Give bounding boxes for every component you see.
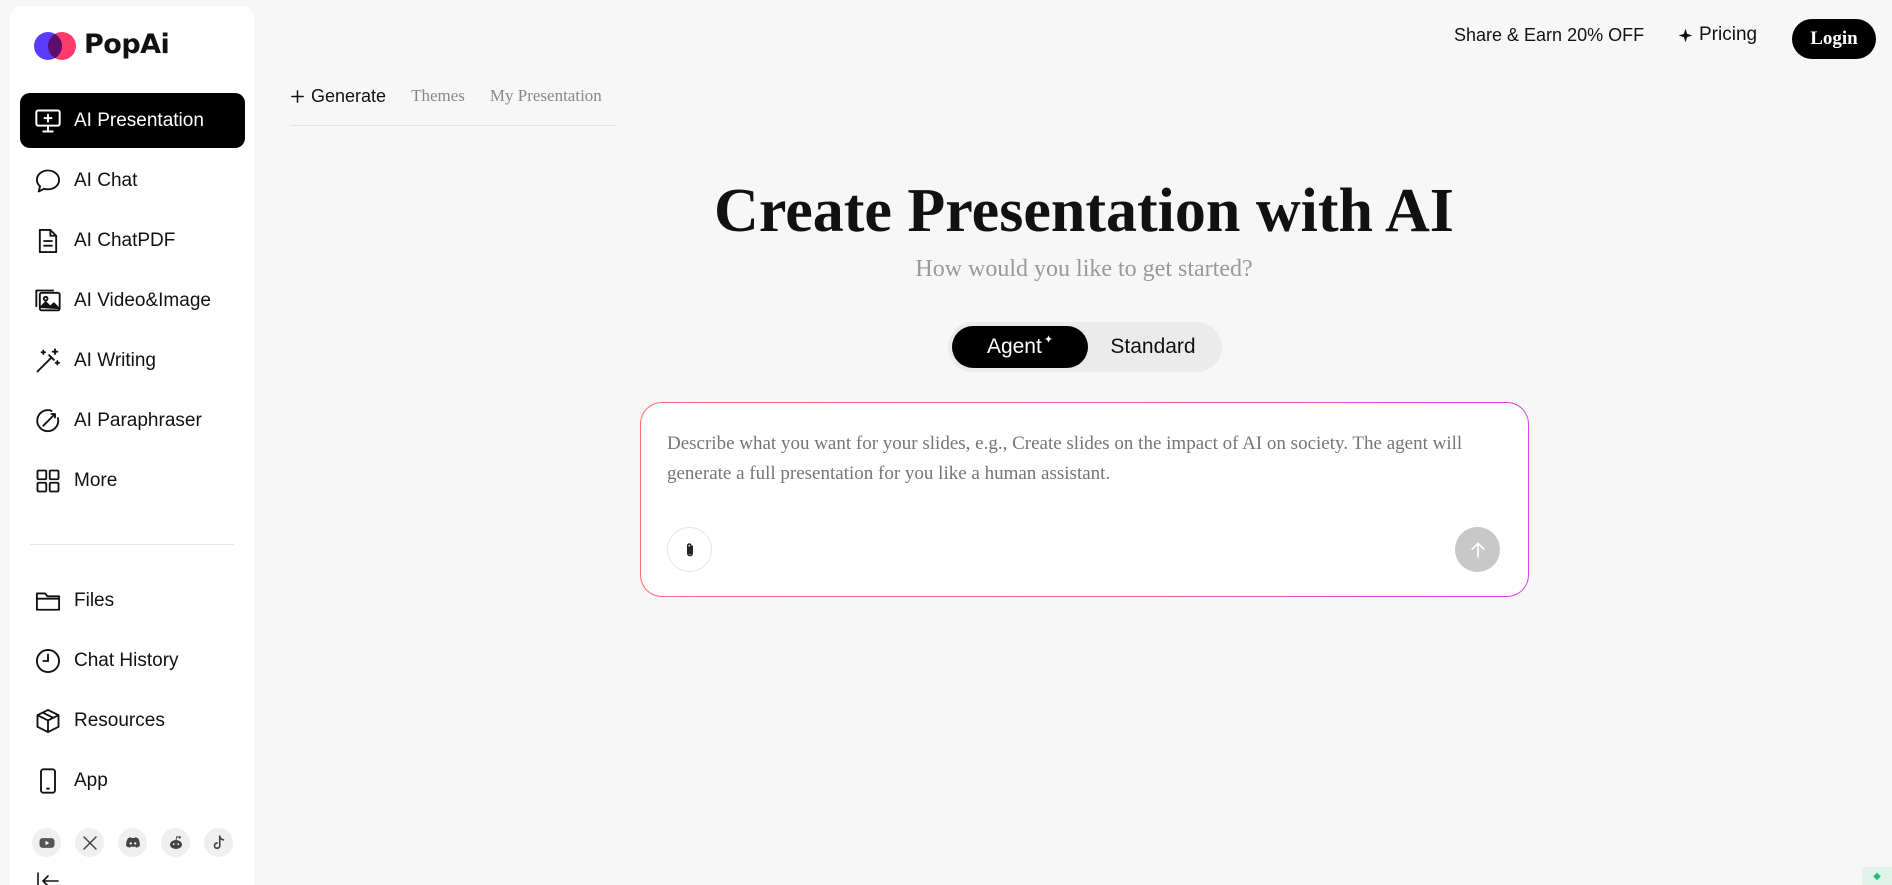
- x-link[interactable]: [75, 828, 104, 857]
- tab-generate[interactable]: Generate: [290, 84, 386, 108]
- prompt-box: [640, 402, 1529, 597]
- sidebar-item-label: Files: [74, 589, 115, 611]
- presentation-tabs: Generate Themes My Presentation: [290, 84, 616, 126]
- image-gallery-icon: [35, 289, 61, 311]
- sidebar-item-chat-history[interactable]: Chat History: [20, 633, 245, 688]
- primary-nav: AI Presentation AI Chat AI ChatPDF AI Vi…: [20, 93, 245, 513]
- x-icon: [82, 835, 97, 850]
- popai-logo-icon: [34, 26, 78, 62]
- sidebar-item-ai-writing[interactable]: AI Writing: [20, 333, 245, 388]
- sidebar-item-app[interactable]: App: [20, 753, 245, 808]
- mode-agent-button[interactable]: Agent ✦: [952, 326, 1088, 368]
- attach-button[interactable]: [667, 527, 712, 572]
- mode-standard-button[interactable]: Standard: [1088, 326, 1218, 368]
- discord-link[interactable]: [118, 828, 147, 857]
- phone-icon: [40, 767, 56, 794]
- sidebar-item-label: App: [74, 769, 108, 791]
- sidebar-item-label: More: [74, 469, 118, 491]
- sidebar-item-files[interactable]: Files: [20, 573, 245, 628]
- paraphraser-icon: [36, 408, 60, 432]
- login-button[interactable]: Login: [1792, 19, 1876, 59]
- prompt-box-inner: [641, 403, 1528, 596]
- reddit-icon: [169, 835, 182, 849]
- sparkle-icon: ✦: [1043, 333, 1054, 346]
- presentation-icon: [35, 109, 61, 132]
- plus-icon: [291, 89, 304, 103]
- youtube-link[interactable]: [32, 828, 61, 857]
- page-subtitle: How would you like to get started?: [915, 256, 1253, 282]
- sidebar-item-label: Chat History: [74, 649, 179, 671]
- collapse-sidebar-icon[interactable]: [36, 872, 60, 885]
- sidebar-item-label: Resources: [74, 709, 165, 731]
- sidebar-item-ai-chat[interactable]: AI Chat: [20, 153, 245, 208]
- tiktok-link[interactable]: [204, 828, 233, 857]
- magic-wand-icon: [36, 347, 61, 372]
- sidebar-item-label: AI Writing: [74, 349, 157, 371]
- sparkle-icon: [1678, 28, 1693, 42]
- tab-generate-label: Generate: [311, 86, 387, 106]
- grid-icon: [36, 469, 60, 492]
- sidebar: PopAi AI Presentation AI Chat AI ChatPDF…: [10, 6, 254, 885]
- sidebar-item-label: AI Chat: [74, 169, 138, 191]
- sidebar-item-ai-presentation[interactable]: AI Presentation: [20, 93, 245, 148]
- prompt-input[interactable]: [667, 429, 1497, 499]
- cube-icon: [36, 708, 60, 733]
- pricing-link[interactable]: Pricing: [1678, 24, 1757, 46]
- secondary-nav: Files Chat History Resources App: [20, 573, 245, 813]
- social-links: [32, 828, 233, 857]
- sidebar-item-label: AI Video&Image: [74, 289, 211, 311]
- sidebar-item-resources[interactable]: Resources: [20, 693, 245, 748]
- document-icon: [38, 228, 58, 253]
- sidebar-item-label: AI Presentation: [74, 109, 204, 131]
- sidebar-item-ai-video-image[interactable]: AI Video&Image: [20, 273, 245, 328]
- mode-toggle: Agent ✦ Standard: [948, 322, 1222, 372]
- youtube-icon: [39, 837, 54, 848]
- sidebar-item-more[interactable]: More: [20, 453, 245, 508]
- paperclip-icon: [686, 542, 693, 556]
- brand-name: PopAi: [84, 28, 170, 60]
- send-button[interactable]: [1455, 527, 1500, 572]
- sidebar-item-label: AI Paraphraser: [74, 409, 202, 431]
- sidebar-divider: [30, 544, 234, 545]
- tab-themes[interactable]: Themes: [411, 84, 465, 108]
- sidebar-item-label: AI ChatPDF: [74, 229, 176, 251]
- chat-bubble-icon: [35, 169, 61, 192]
- sidebar-item-ai-chatpdf[interactable]: AI ChatPDF: [20, 213, 245, 268]
- folder-icon: [35, 591, 61, 611]
- page-title: Create Presentation with AI: [714, 177, 1454, 245]
- pricing-label: Pricing: [1699, 24, 1758, 45]
- tab-my-presentation[interactable]: My Presentation: [490, 84, 602, 108]
- mode-agent-label: Agent: [986, 335, 1042, 358]
- clock-icon: [35, 648, 61, 673]
- brand-logo[interactable]: PopAi: [34, 26, 170, 62]
- tiktok-icon: [213, 834, 224, 849]
- discord-icon: [125, 836, 140, 848]
- sidebar-item-ai-paraphraser[interactable]: AI Paraphraser: [20, 393, 245, 448]
- share-earn-link[interactable]: Share & Earn 20% OFF: [1454, 25, 1644, 46]
- arrow-up-icon: [1470, 542, 1485, 557]
- corner-widget-icon[interactable]: ◆: [1862, 867, 1892, 885]
- reddit-link[interactable]: [161, 828, 190, 857]
